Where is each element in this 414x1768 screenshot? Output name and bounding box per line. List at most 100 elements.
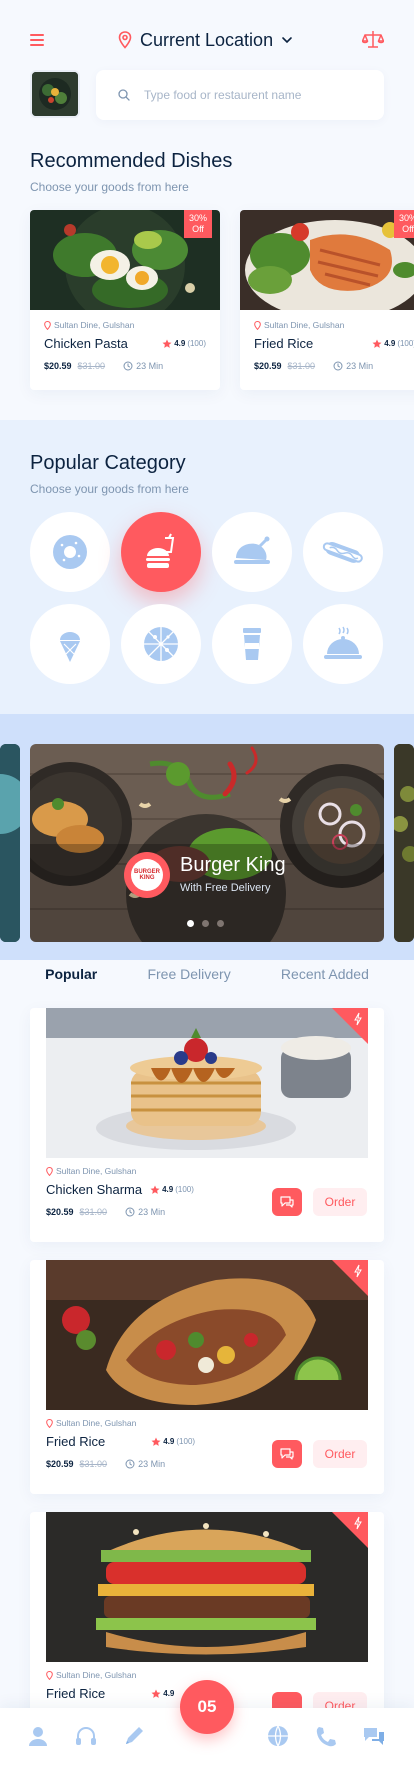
star-icon	[372, 339, 382, 348]
star-icon	[150, 1185, 160, 1194]
rating: 4.9(100)	[162, 339, 206, 349]
tab-recent-added[interactable]: Recent Added	[281, 966, 369, 996]
recommended-subtitle: Choose your goods from here	[30, 180, 189, 194]
flash-icon	[354, 1264, 362, 1278]
old-price: $31.00	[287, 361, 316, 371]
price: $20.59	[46, 1459, 74, 1469]
hamburger-menu-icon[interactable]	[30, 34, 44, 46]
order-button[interactable]: Order	[313, 1440, 367, 1468]
location-pin-icon	[44, 320, 51, 330]
cloche-icon	[324, 626, 362, 659]
dish-name: Fried Rice	[254, 336, 314, 351]
category-chicken[interactable]	[212, 512, 292, 592]
category-subtitle: Choose your goods from here	[30, 482, 189, 496]
category-pizza[interactable]	[121, 604, 201, 684]
brand-logo: BURGER KING	[124, 852, 170, 898]
chicken-icon	[234, 536, 270, 564]
ice-cream-icon	[60, 632, 80, 662]
old-price: $31.00	[79, 1207, 108, 1217]
restaurant-name: Sultan Dine, Gulshan	[46, 1670, 368, 1680]
chat-bubbles-icon[interactable]	[362, 1724, 386, 1748]
headphones-icon[interactable]	[74, 1724, 98, 1748]
discount-badge: 30%Off	[184, 210, 212, 238]
dish-image: 30%Off	[30, 210, 220, 325]
popular-card[interactable]: Sultan Dine, Gulshan Chicken Sharma 4.9(…	[30, 1008, 384, 1242]
star-icon	[151, 1437, 161, 1446]
clock-icon	[123, 361, 133, 371]
search-bar[interactable]	[96, 70, 384, 120]
category-drink[interactable]	[212, 604, 292, 684]
popular-card[interactable]: Sultan Dine, Gulshan Fried Rice 4.9 (100)…	[30, 1260, 384, 1494]
flash-icon	[354, 1012, 362, 1026]
donut-icon	[53, 535, 87, 569]
category-ice-cream[interactable]	[30, 604, 110, 684]
category-donut[interactable]	[30, 512, 110, 592]
hotdog-icon	[322, 542, 363, 563]
carousel-dots	[187, 920, 224, 927]
globe-icon[interactable]	[266, 1724, 290, 1748]
carousel-dot[interactable]	[217, 920, 224, 927]
scale-icon[interactable]	[362, 28, 384, 50]
discount-badge: 30%Off	[394, 210, 414, 238]
banner-next-slide[interactable]	[394, 744, 414, 942]
flash-icon	[354, 1516, 362, 1530]
chat-icon	[280, 1196, 294, 1208]
dish-image	[46, 1512, 368, 1662]
location-pin-icon	[46, 1670, 53, 1680]
tab-popular[interactable]: Popular	[45, 966, 97, 996]
burger-combo-icon	[146, 533, 175, 568]
old-price: $31.00	[77, 361, 106, 371]
clock-icon	[125, 1207, 135, 1217]
clock-icon	[125, 1459, 135, 1469]
recommended-card[interactable]: 30%Off Sultan Dine, Gulshan Fried Rice 4…	[240, 210, 414, 390]
location-selector[interactable]: Current Location	[118, 26, 293, 54]
category-burger-combo[interactable]	[121, 512, 201, 592]
dish-image	[46, 1260, 368, 1410]
banner-title: Burger King	[180, 854, 286, 876]
category-title: Popular Category	[30, 452, 186, 474]
delivery-time: 23 Min	[333, 361, 373, 371]
delivery-time: 23 Min	[125, 1459, 165, 1469]
carousel-dot-active[interactable]	[187, 920, 194, 927]
banner-image	[30, 744, 384, 942]
dish-image: 30%Off	[240, 210, 414, 320]
delivery-time: 23 Min	[125, 1207, 165, 1217]
user-icon[interactable]	[26, 1724, 50, 1748]
dish-name: Fried Rice	[46, 1686, 106, 1701]
chat-icon	[280, 1448, 294, 1460]
pen-icon[interactable]	[122, 1724, 146, 1748]
tab-free-delivery[interactable]: Free Delivery	[147, 966, 230, 996]
phone-icon[interactable]	[314, 1724, 338, 1748]
chat-button[interactable]	[272, 1440, 302, 1468]
location-pin-icon	[254, 320, 261, 330]
rating: 4.9(100)	[151, 1437, 195, 1447]
category-cloche[interactable]	[303, 604, 383, 684]
chat-button[interactable]	[272, 1188, 302, 1216]
price: $20.59	[254, 361, 282, 371]
carousel-dot[interactable]	[202, 920, 209, 927]
chevron-down-icon	[282, 37, 292, 44]
food-thumbnail[interactable]	[30, 70, 80, 118]
pizza-icon	[144, 627, 178, 661]
star-icon	[162, 339, 172, 348]
delivery-time: 23 Min	[123, 361, 163, 371]
restaurant-name: Sultan Dine, Gulshan	[254, 320, 414, 330]
price: $20.59	[44, 361, 72, 371]
clock-icon	[333, 361, 343, 371]
filter-tabs: Popular Free Delivery Recent Added	[0, 966, 414, 996]
recommended-card[interactable]: 30% Off Sultan Dine, Gulshan Chicken Past…	[30, 210, 220, 390]
search-input[interactable]	[144, 88, 364, 102]
category-hotdog[interactable]	[303, 512, 383, 592]
star-icon	[151, 1689, 161, 1698]
cart-button[interactable]: 05	[180, 1680, 234, 1734]
dish-name: Fried Rice	[46, 1434, 106, 1449]
restaurant-name: Sultan Dine, Gulshan	[46, 1418, 368, 1428]
search-icon	[118, 89, 130, 101]
featured-banner[interactable]: BURGER KING Burger King With Free Delive…	[30, 744, 384, 942]
order-button[interactable]: Order	[313, 1188, 367, 1216]
old-price: $31.00	[79, 1459, 108, 1469]
rating: 4.9	[151, 1689, 174, 1699]
dish-image	[46, 1008, 368, 1158]
banner-prev-slide[interactable]	[0, 744, 20, 942]
restaurant-name: Sultan Dine, Gulshan	[46, 1166, 368, 1176]
